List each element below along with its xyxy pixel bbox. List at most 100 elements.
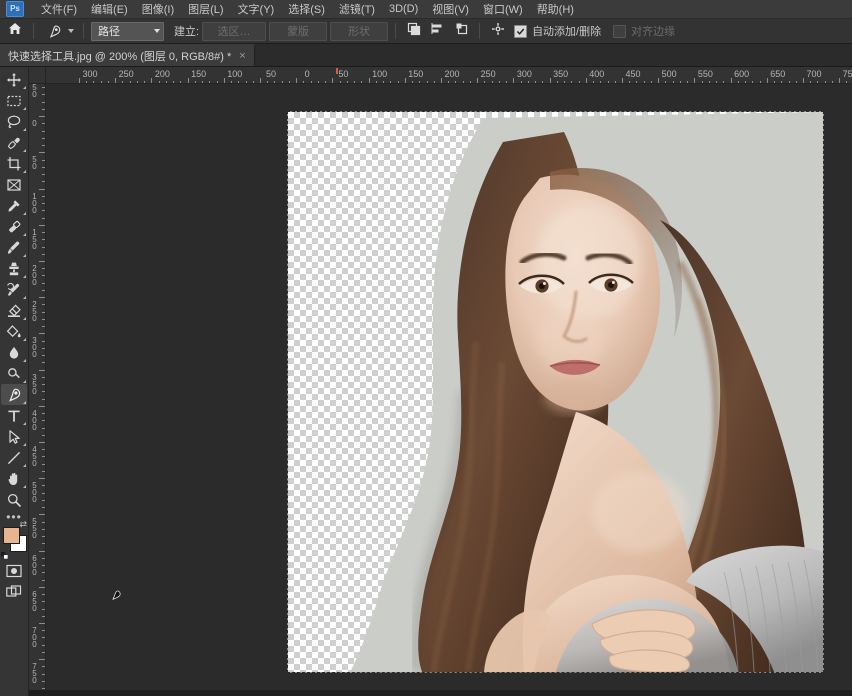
crop-tool[interactable] — [1, 153, 27, 174]
pen-tool[interactable] — [1, 384, 27, 405]
flyout-indicator — [23, 212, 26, 215]
ruler-tick-minor — [42, 159, 45, 161]
ruler-tick-minor — [42, 449, 45, 451]
rectangular-marquee-tool[interactable] — [1, 90, 27, 111]
path-arrangement-button[interactable] — [451, 21, 472, 41]
ruler-tick-minor — [42, 398, 45, 400]
tool-settings-button[interactable] — [487, 21, 508, 41]
flyout-indicator — [23, 170, 26, 173]
screen-mode-button[interactable] — [1, 581, 27, 602]
menu-file[interactable]: 文件(F) — [34, 0, 84, 19]
menu-help[interactable]: 帮助(H) — [530, 0, 581, 19]
horizontal-type-tool[interactable] — [1, 405, 27, 426]
ruler-tick — [39, 116, 45, 118]
canvas-scroll-area[interactable] — [46, 84, 852, 690]
menu-view[interactable]: 视图(V) — [425, 0, 476, 19]
tool-mode-select[interactable]: 路径 — [91, 21, 164, 41]
chevron-down-icon — [68, 29, 74, 33]
ruler-tick-minor — [42, 232, 45, 234]
dodge-icon — [6, 366, 22, 382]
blur-tool[interactable] — [1, 342, 27, 363]
home-button[interactable] — [4, 21, 26, 41]
ruler-tick — [39, 550, 45, 552]
ruler-tick — [39, 659, 45, 661]
auto-add-delete-label: 自动添加/删除 — [532, 26, 602, 38]
spot-healing-brush-tool[interactable] — [1, 216, 27, 237]
lasso-tool[interactable] — [1, 111, 27, 132]
menu-type[interactable]: 文字(Y) — [231, 0, 282, 19]
auto-add-delete-option[interactable]: 自动添加/删除 — [511, 23, 601, 39]
photoshop-logo-icon: Ps — [6, 1, 24, 17]
swap-colors-icon[interactable]: ⇄ — [19, 519, 27, 530]
ruler-label: 400 — [589, 69, 605, 79]
ruler-label: 200 — [154, 69, 170, 79]
path-selection-tool[interactable] — [1, 426, 27, 447]
ruler-tick-minor — [42, 456, 45, 458]
ruler-tick-minor — [42, 666, 45, 668]
line-tool[interactable] — [1, 447, 27, 468]
current-tool-picker[interactable] — [41, 21, 76, 41]
quick-mask-button[interactable] — [1, 560, 27, 581]
eyedropper-tool[interactable] — [1, 195, 27, 216]
foreground-color-swatch[interactable] — [3, 527, 20, 544]
horizontal-ruler[interactable]: 300 250 200 150 100 50 0 50 100 150 200 250 300 350 40… — [46, 67, 852, 84]
path-operations-button[interactable] — [403, 21, 424, 41]
menu-3d[interactable]: 3D(D) — [382, 1, 425, 17]
ruler-corner[interactable] — [29, 67, 46, 84]
chevron-down-icon — [154, 29, 160, 33]
path-arrangement-icon — [455, 22, 469, 41]
hand-tool[interactable] — [1, 468, 27, 489]
default-colors-icon[interactable] — [1, 546, 9, 560]
flyout-indicator — [23, 485, 26, 488]
zoom-tool[interactable] — [1, 489, 27, 510]
menu-window[interactable]: 窗口(W) — [476, 0, 530, 19]
dodge-tool[interactable] — [1, 363, 27, 384]
ruler-label: 350 — [32, 372, 37, 396]
clone-stamp-tool[interactable] — [1, 258, 27, 279]
brush-tool[interactable] — [1, 237, 27, 258]
make-mask-button[interactable]: 蒙版 — [269, 21, 328, 41]
ruler-tick-minor — [42, 268, 45, 270]
auto-add-delete-checkbox[interactable] — [514, 24, 528, 38]
healing-brush-icon — [6, 219, 22, 235]
ruler-tick-minor — [42, 543, 45, 545]
history-brush-tool[interactable] — [1, 279, 27, 300]
move-tool[interactable] — [1, 69, 27, 90]
menu-select[interactable]: 选择(S) — [281, 0, 332, 19]
ruler-tick-minor — [42, 123, 45, 125]
image-canvas[interactable] — [287, 111, 824, 673]
path-alignment-button[interactable] — [427, 21, 448, 41]
document-tab[interactable]: 快速选择工具.jpg @ 200% (图层 0, RGB/8#) * × — [0, 44, 255, 66]
gradient-tool[interactable] — [1, 321, 27, 342]
vertical-ruler[interactable]: 5005010015020025030035040045050055060065… — [29, 84, 46, 690]
menu-edit[interactable]: 编辑(E) — [84, 0, 135, 19]
flyout-indicator — [23, 317, 26, 320]
eraser-icon — [6, 303, 22, 319]
document-tab-bar: 快速选择工具.jpg @ 200% (图层 0, RGB/8#) * × — [0, 44, 852, 67]
close-icon[interactable]: × — [239, 50, 245, 62]
ruler-tick-minor — [42, 311, 45, 313]
ruler-tick-minor — [42, 644, 45, 646]
eraser-tool[interactable] — [1, 300, 27, 321]
ruler-tick-minor — [42, 608, 45, 610]
ruler-tick — [39, 623, 45, 624]
ruler-tick-minor — [42, 470, 45, 472]
ruler-tick-minor — [42, 434, 45, 436]
line-icon — [6, 450, 22, 466]
flyout-indicator — [23, 359, 26, 362]
menu-layer[interactable]: 图层(L) — [181, 0, 230, 19]
ruler-tick — [39, 224, 45, 226]
ruler-tick-minor — [42, 680, 45, 682]
quick-selection-tool[interactable] — [1, 132, 27, 153]
align-edges-option[interactable]: 对齐边缘 — [610, 23, 675, 39]
make-shape-button[interactable]: 形状 — [330, 21, 389, 41]
make-selection-button[interactable]: 选区… — [202, 21, 267, 41]
align-edges-checkbox[interactable] — [613, 24, 627, 38]
menu-image[interactable]: 图像(I) — [135, 0, 181, 19]
frame-tool[interactable] — [1, 174, 27, 195]
ruler-label: 250 — [32, 300, 37, 324]
hand-icon — [6, 471, 22, 487]
ruler-tick-minor — [42, 420, 45, 422]
menu-filter[interactable]: 滤镜(T) — [332, 0, 382, 19]
ruler-tick-minor — [42, 181, 45, 183]
